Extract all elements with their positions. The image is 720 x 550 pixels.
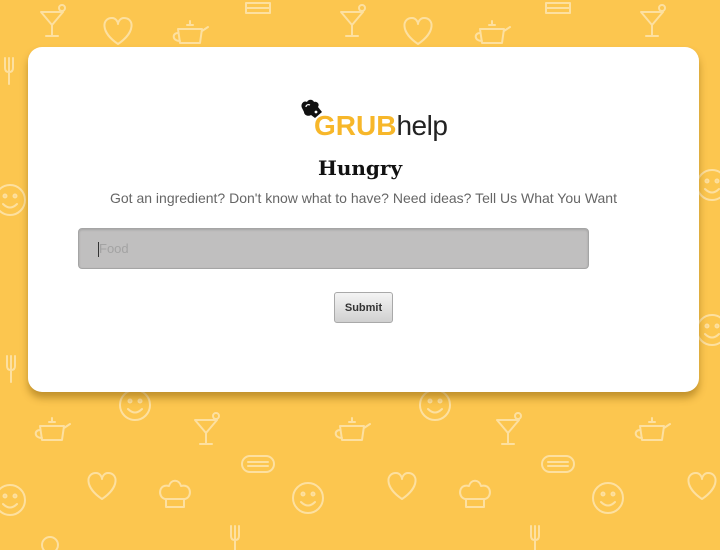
- fork-knife-icon: [4, 57, 14, 85]
- smiley-icon: [41, 536, 59, 550]
- cocktail-icon: [40, 4, 66, 37]
- heart-icon: [387, 472, 417, 500]
- cake-icon: [245, 2, 271, 14]
- heart-icon: [87, 472, 117, 500]
- teapot-icon: [634, 417, 671, 441]
- smiley-icon: [119, 389, 151, 421]
- text-caret: [98, 242, 99, 257]
- cocktail-icon: [340, 4, 366, 37]
- teapot-icon: [334, 417, 371, 441]
- hotdog-icon: [241, 455, 275, 473]
- heart-icon: [687, 472, 717, 500]
- logo-primary-text: GRUB: [314, 110, 397, 141]
- smiley-icon: [0, 484, 26, 516]
- chef-hat-icon: [459, 479, 491, 508]
- chef-hat-icon: [159, 479, 191, 508]
- logo-secondary-text: help: [396, 110, 448, 141]
- smiley-icon: [292, 482, 324, 514]
- fork-knife-icon: [230, 525, 240, 550]
- smiley-icon: [696, 314, 720, 346]
- smiley-icon: [419, 389, 451, 421]
- hotdog-icon: [541, 455, 575, 473]
- heart-icon: [103, 17, 133, 45]
- heart-icon: [403, 17, 433, 45]
- page-tagline: Got an ingredient? Don't know what to ha…: [110, 190, 617, 206]
- teapot-icon: [172, 20, 209, 44]
- page-title: Hungry: [317, 156, 403, 180]
- cake-icon: [545, 2, 571, 14]
- cocktail-icon: [496, 412, 522, 445]
- fork-knife-icon: [6, 355, 16, 383]
- cocktail-icon: [194, 412, 220, 445]
- logo-wordmark: GRUBhelp: [314, 108, 448, 144]
- cocktail-icon: [640, 4, 666, 37]
- fork-knife-icon: [530, 525, 540, 550]
- teapot-icon: [34, 417, 71, 441]
- smiley-icon: [592, 482, 624, 514]
- teapot-icon: [474, 20, 511, 44]
- grubhelp-logo: GRUBhelp: [298, 98, 448, 148]
- submit-button[interactable]: Submit: [334, 292, 393, 323]
- food-search-input[interactable]: [78, 228, 589, 269]
